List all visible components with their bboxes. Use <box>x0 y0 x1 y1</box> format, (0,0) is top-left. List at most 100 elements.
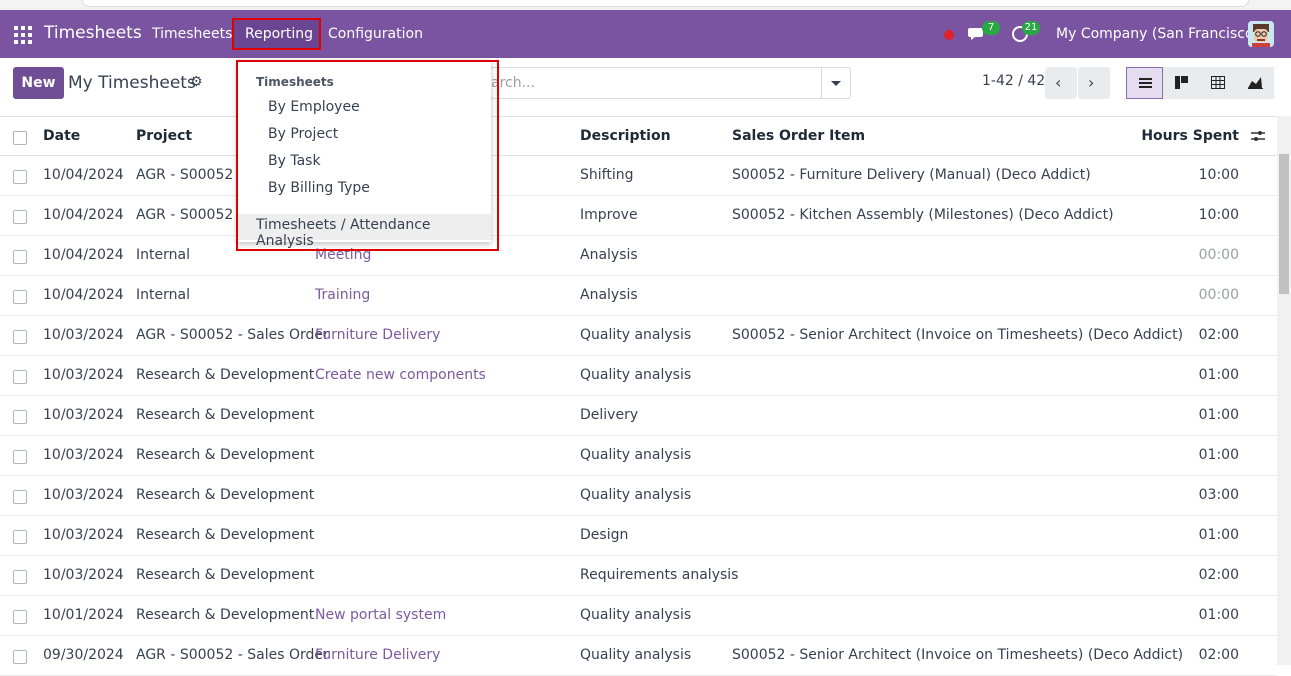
row-checkbox[interactable] <box>13 410 27 424</box>
cell-project: AGR - S00052 - Sales Order <box>136 327 329 343</box>
select-all-checkbox[interactable] <box>13 131 27 145</box>
activity-badge: 21 <box>1022 21 1040 35</box>
cell-sales-order-item: S00052 - Furniture Delivery (Manual) (De… <box>732 167 1091 183</box>
kanban-icon <box>1175 76 1188 89</box>
gear-icon[interactable]: ⚙ <box>190 74 203 90</box>
cell-project: Research & Development <box>136 367 315 383</box>
menu-timesheets[interactable]: Timesheets <box>152 26 232 42</box>
cell-date: 10/03/2024 <box>43 487 124 503</box>
cell-date: 09/30/2024 <box>43 647 124 663</box>
browser-edge <box>0 0 1291 10</box>
cell-description: Quality analysis <box>580 647 692 663</box>
col-description[interactable]: Description <box>580 128 671 144</box>
cell-date: 10/03/2024 <box>43 567 124 583</box>
col-project[interactable]: Project <box>136 128 192 144</box>
col-sales-order-item[interactable]: Sales Order Item <box>732 128 865 144</box>
cell-date: 10/04/2024 <box>43 207 124 223</box>
cell-date: 10/03/2024 <box>43 407 124 423</box>
pager-previous-button[interactable]: ‹ <box>1045 67 1077 99</box>
vertical-scrollbar[interactable] <box>1277 116 1291 665</box>
cell-hours: 01:00 <box>1198 527 1239 543</box>
status-dot-icon[interactable] <box>944 30 954 40</box>
table-row[interactable]: 10/04/2024 AGR - S00052 - S Shifting S00052… <box>0 156 1277 196</box>
table-row[interactable]: 10/01/2024 Research & Development New port… <box>0 596 1277 636</box>
row-checkbox[interactable] <box>13 530 27 544</box>
page-title: My Timesheets <box>68 73 196 93</box>
kanban-view-button[interactable] <box>1163 67 1200 99</box>
table-row[interactable]: 10/04/2024 Internal Meeting Analysis 00:00 <box>0 236 1277 276</box>
optional-columns-icon[interactable] <box>1251 129 1265 143</box>
cell-project: Internal <box>136 287 190 303</box>
row-checkbox[interactable] <box>13 570 27 584</box>
row-checkbox[interactable] <box>13 250 27 264</box>
cell-date: 10/04/2024 <box>43 247 124 263</box>
control-panel: New My Timesheets ⚙ arch... 1-42 / 42 ‹ … <box>0 58 1291 116</box>
cell-hours: 10:00 <box>1198 167 1239 183</box>
cell-date: 10/03/2024 <box>43 327 124 343</box>
menu-reporting[interactable]: Reporting <box>245 26 313 42</box>
grid-view-button[interactable] <box>1200 67 1237 99</box>
cell-description: Quality analysis <box>580 367 692 383</box>
search-input[interactable]: arch... <box>490 67 851 99</box>
cell-description: Requirements analysis <box>580 567 739 583</box>
cell-date: 10/03/2024 <box>43 527 124 543</box>
new-button[interactable]: New <box>13 67 64 99</box>
row-checkbox[interactable] <box>13 330 27 344</box>
cell-date: 10/04/2024 <box>43 167 124 183</box>
scrollbar-thumb[interactable] <box>1279 154 1289 294</box>
cell-description: Quality analysis <box>580 447 692 463</box>
menu-configuration[interactable]: Configuration <box>328 26 423 42</box>
dropdown-highlight <box>236 60 499 251</box>
col-date[interactable]: Date <box>43 128 80 144</box>
pager-value[interactable]: 1-42 / 42 <box>982 73 1045 89</box>
app-brand[interactable]: Timesheets <box>44 23 142 43</box>
cell-hours: 10:00 <box>1198 207 1239 223</box>
table-row[interactable]: 10/03/2024 Research & Development Quality … <box>0 476 1277 516</box>
cell-project: Internal <box>136 247 190 263</box>
search-options-toggle[interactable] <box>821 68 850 98</box>
cell-date: 10/03/2024 <box>43 367 124 383</box>
cell-hours: 01:00 <box>1198 367 1239 383</box>
graph-view-button[interactable] <box>1237 67 1274 99</box>
cell-hours: 01:00 <box>1198 447 1239 463</box>
row-checkbox[interactable] <box>13 610 27 624</box>
row-checkbox[interactable] <box>13 290 27 304</box>
cell-task: Furniture Delivery <box>315 647 441 663</box>
table-row[interactable]: 10/03/2024 Research & Development Delivery… <box>0 396 1277 436</box>
cell-hours: 01:00 <box>1198 407 1239 423</box>
table-row[interactable]: 10/03/2024 Research & Development Design 01… <box>0 516 1277 556</box>
cell-task: Create new components <box>315 367 486 383</box>
list-view-button[interactable] <box>1126 67 1163 99</box>
user-avatar[interactable] <box>1248 21 1274 47</box>
cell-project: Research & Development <box>136 447 315 463</box>
row-checkbox[interactable] <box>13 210 27 224</box>
cell-description: Quality analysis <box>580 607 692 623</box>
table-row[interactable]: 10/04/2024 Internal Training Analysis 00:00 <box>0 276 1277 316</box>
cell-description: Delivery <box>580 407 639 423</box>
table-row[interactable]: 10/04/2024 AGR - S00052 - S Improve S00052 … <box>0 196 1277 236</box>
row-checkbox[interactable] <box>13 650 27 664</box>
nav: Timesheets Timesheets Reporting Configur… <box>0 10 1291 58</box>
row-checkbox[interactable] <box>13 170 27 184</box>
col-hours-spent[interactable]: Hours Spent <box>1141 128 1239 144</box>
cell-project: Research & Development <box>136 487 315 503</box>
cell-description: Shifting <box>580 167 634 183</box>
pager-next-button[interactable]: › <box>1078 67 1110 99</box>
area-chart-icon <box>1248 77 1263 89</box>
table-row[interactable]: 10/03/2024 Research & Development Create n… <box>0 356 1277 396</box>
table-row[interactable]: 10/03/2024 Research & Development Requirem… <box>0 556 1277 596</box>
table-row[interactable]: 10/03/2024 AGR - S00052 - Sales Order Furn… <box>0 316 1277 356</box>
cell-hours: 02:00 <box>1198 327 1239 343</box>
row-checkbox[interactable] <box>13 450 27 464</box>
chevron-left-icon: ‹ <box>1055 73 1062 92</box>
avatar-face-icon <box>1248 21 1274 47</box>
apps-grid-icon[interactable] <box>14 26 32 44</box>
row-checkbox[interactable] <box>13 370 27 384</box>
list-icon <box>1139 78 1152 88</box>
cell-description: Design <box>580 527 629 543</box>
company-switcher[interactable]: My Company (San Francisco) <box>1056 26 1259 42</box>
cell-description: Quality analysis <box>580 487 692 503</box>
row-checkbox[interactable] <box>13 490 27 504</box>
table-row[interactable]: 10/03/2024 Research & Development Quality … <box>0 436 1277 476</box>
table-row[interactable]: 09/30/2024 AGR - S00052 - Sales Order Furn… <box>0 636 1277 676</box>
